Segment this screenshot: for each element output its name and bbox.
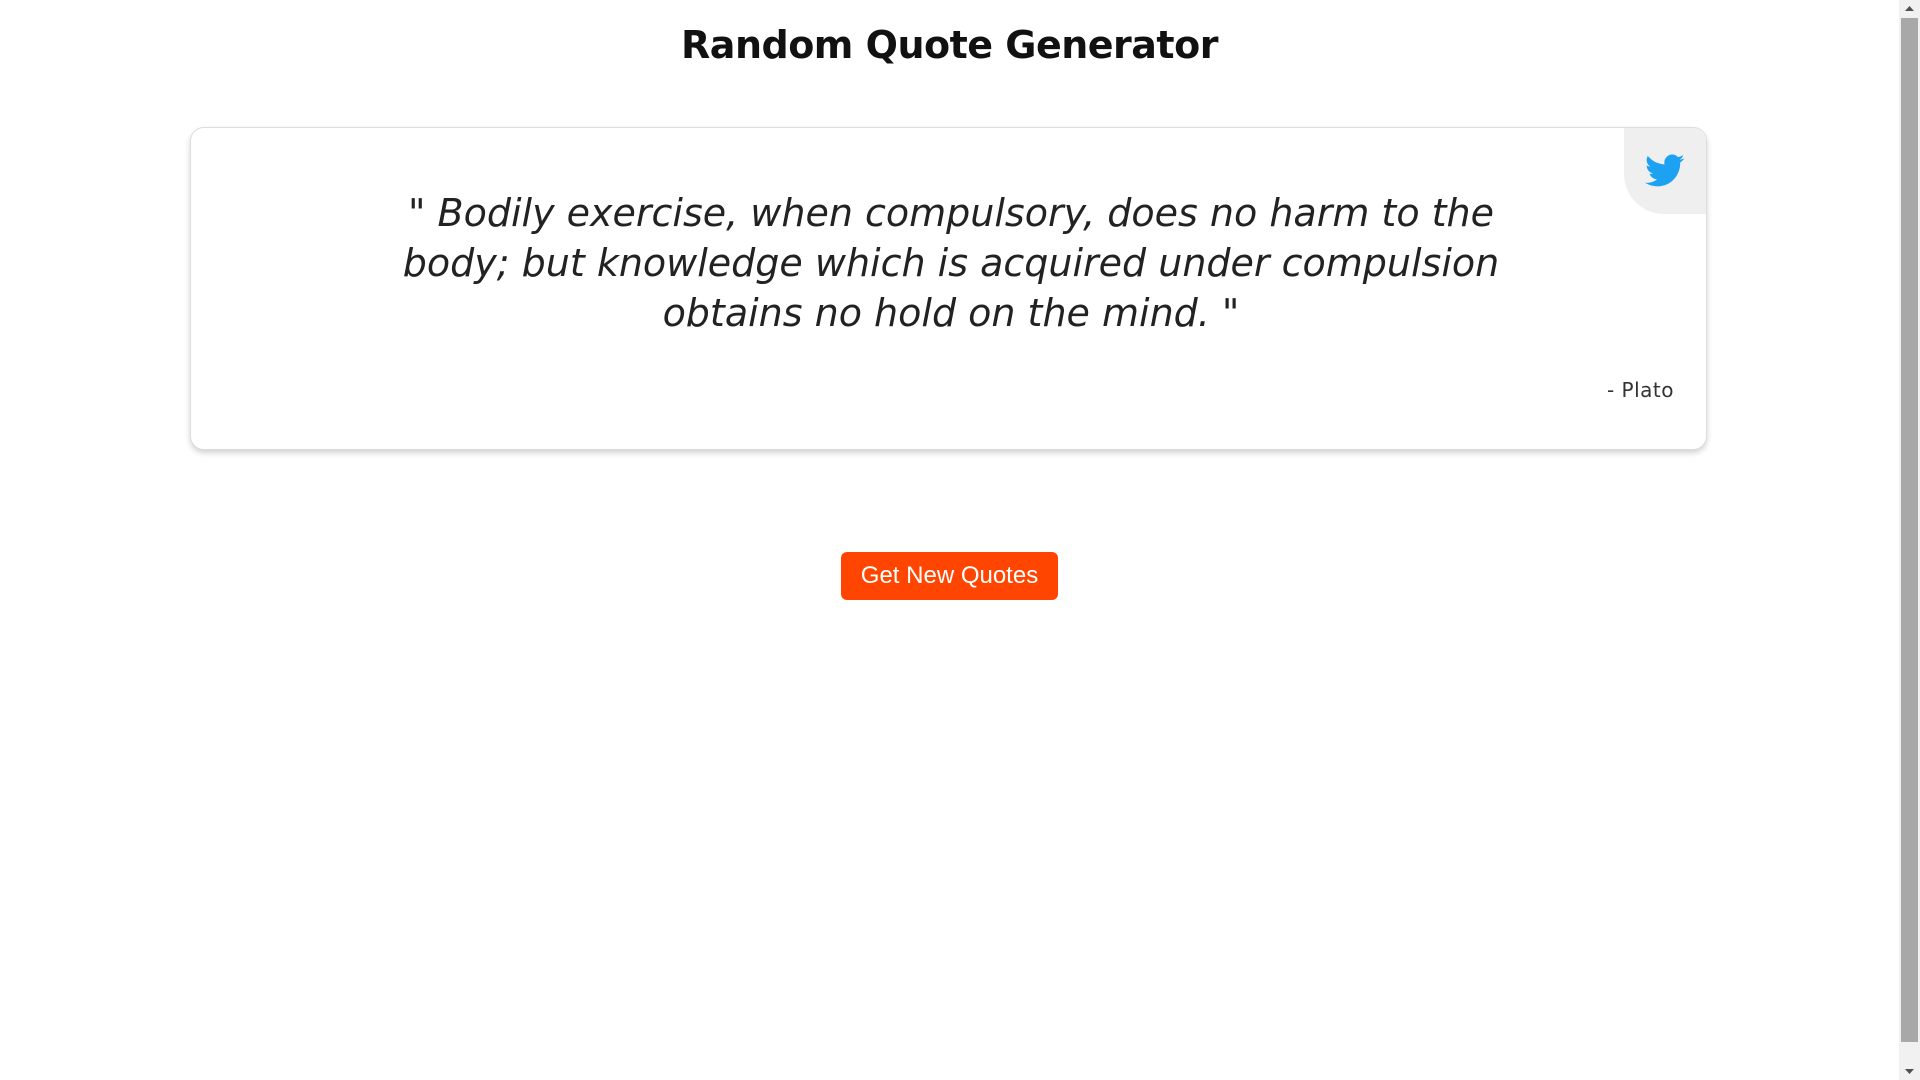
- get-new-quotes-button[interactable]: Get New Quotes: [841, 552, 1058, 600]
- viewport: Random Quote Generator " Bodily exercise…: [0, 0, 1899, 1080]
- tweet-button[interactable]: [1624, 128, 1706, 214]
- page-title: Random Quote Generator: [681, 23, 1218, 67]
- twitter-icon[interactable]: [1645, 154, 1685, 188]
- vertical-scrollbar[interactable]: [1899, 0, 1920, 1080]
- scrollbar-thumb[interactable]: [1901, 18, 1918, 1042]
- page: Random Quote Generator " Bodily exercise…: [0, 0, 1920, 1080]
- arrow-up-icon[interactable]: [1899, 0, 1920, 17]
- quote-text: " Bodily exercise, when compulsory, does…: [402, 191, 1500, 335]
- quote-card: " Bodily exercise, when compulsory, does…: [190, 127, 1707, 450]
- quote-author: - Plato: [1606, 378, 1674, 402]
- arrow-down-icon[interactable]: [1899, 1063, 1920, 1080]
